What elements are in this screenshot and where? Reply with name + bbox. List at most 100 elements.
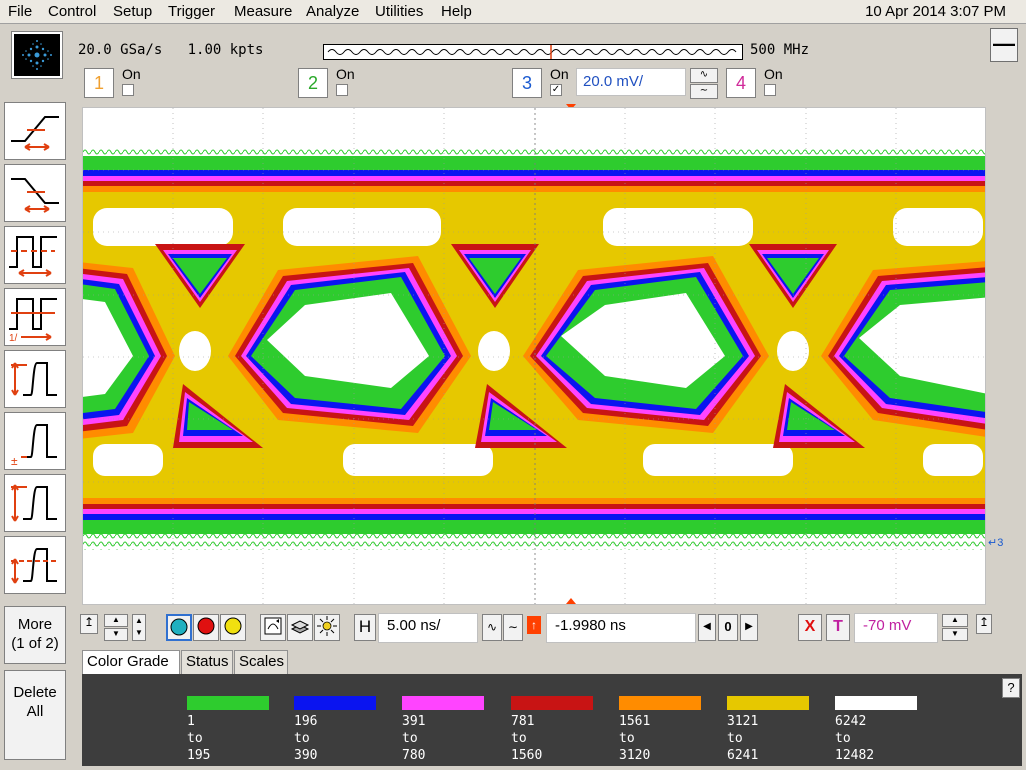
trigger-type-button[interactable]: T xyxy=(826,614,850,641)
legend-from: 781 xyxy=(511,714,535,729)
legend-from: 3121 xyxy=(727,714,759,729)
memory-timeline[interactable] xyxy=(323,44,743,60)
menu-help[interactable]: Help xyxy=(441,3,472,20)
vertical-scale-up-button[interactable]: ▲ xyxy=(104,614,128,627)
delay-right-button[interactable]: ▶ xyxy=(740,614,758,641)
channel-1-checkbox[interactable] xyxy=(122,84,134,96)
channel-3-button[interactable]: 3 xyxy=(512,68,542,98)
channel-2-button[interactable]: 2 xyxy=(298,68,328,98)
vertical-reset-button[interactable]: ↥ xyxy=(80,614,98,634)
legend-item: 1 to 195 xyxy=(187,696,269,764)
channel-3-marker-label: 3 xyxy=(997,537,1004,549)
period-icon: 1/ xyxy=(9,298,57,344)
horizontal-scale-fine-button[interactable]: ∼ xyxy=(503,614,523,641)
menu-file[interactable]: File xyxy=(8,3,32,20)
stop-button[interactable] xyxy=(193,614,219,641)
upper-dense-region xyxy=(893,208,983,246)
delete-all-button[interactable]: Delete All xyxy=(4,670,66,760)
channel-3-scale-field[interactable]: 20.0 mV/ xyxy=(576,68,686,96)
legend-swatch xyxy=(187,696,269,710)
channel-3-ground-marker[interactable]: ↵3 xyxy=(988,536,1003,549)
vertical-scale-down-button[interactable]: ▼ xyxy=(104,628,128,641)
single-button[interactable] xyxy=(220,614,246,641)
bottom-rail-blue xyxy=(83,514,985,520)
legend-to-word: to xyxy=(402,731,418,746)
stack-icon xyxy=(290,620,310,634)
channel-2-checkbox[interactable] xyxy=(336,84,348,96)
waveform-display[interactable] xyxy=(82,107,986,605)
delete-all-label-1: Delete xyxy=(13,684,57,701)
menu-trigger[interactable]: Trigger xyxy=(168,3,215,20)
top-rail-orange xyxy=(83,186,985,192)
trigger-runt-button[interactable] xyxy=(4,474,66,532)
trigger-pulse-width-button[interactable] xyxy=(4,226,66,284)
brand-logo xyxy=(11,31,63,79)
minimize-button[interactable]: — xyxy=(990,28,1018,62)
horizontal-label-button[interactable]: H xyxy=(354,614,376,641)
trigger-level-up-button[interactable]: ▲ xyxy=(942,614,968,627)
sample-rate: 20.0 GSa/s xyxy=(78,42,163,58)
brightness-button[interactable] xyxy=(314,614,340,641)
trigger-level-down-button[interactable]: ▼ xyxy=(942,628,968,641)
trigger-setup-hold-button[interactable] xyxy=(4,536,66,594)
channel-4-checkbox[interactable] xyxy=(764,84,776,96)
tab-status[interactable]: Status xyxy=(181,650,233,674)
legend-item: 6242 to 12482 xyxy=(835,696,917,764)
legend-swatch xyxy=(619,696,701,710)
legend-to: 390 xyxy=(294,748,318,763)
channel-4-button[interactable]: 4 xyxy=(726,68,756,98)
crossing-point-3 xyxy=(777,331,809,371)
legend-to: 780 xyxy=(402,748,426,763)
horizontal-scale-coarse-button[interactable]: ∿ xyxy=(482,614,502,641)
bandwidth-label: 500 MHz xyxy=(750,42,810,58)
delay-zero-button[interactable]: 0 xyxy=(718,614,738,641)
sun-icon xyxy=(317,616,337,636)
run-control-group[interactable] xyxy=(166,614,192,641)
more-button[interactable]: More (1 of 2) xyxy=(4,606,66,664)
trigger-source-button[interactable]: X xyxy=(798,614,822,641)
menu-analyze[interactable]: Analyze xyxy=(306,3,359,20)
more-button-page: (1 of 2) xyxy=(11,635,59,652)
legend-from: 6242 xyxy=(835,714,867,729)
svg-text:1/: 1/ xyxy=(9,333,18,344)
horizontal-scale-field[interactable]: 5.00 ns/ xyxy=(378,613,478,643)
help-button[interactable]: ? xyxy=(1002,678,1020,698)
channel-3-checkbox[interactable]: ✓ xyxy=(550,84,562,96)
trigger-falling-edge-button[interactable] xyxy=(4,164,66,222)
trigger-rising-edge-button[interactable] xyxy=(4,102,66,160)
trigger-glitch-button[interactable]: ± xyxy=(4,412,66,470)
top-rail-magenta xyxy=(83,176,985,181)
trigger-position-marker-bottom[interactable] xyxy=(566,598,576,604)
menu-control[interactable]: Control xyxy=(48,3,96,20)
legend-swatch xyxy=(835,696,917,710)
runt-icon xyxy=(11,484,57,522)
menu-setup[interactable]: Setup xyxy=(113,3,152,20)
vertical-offset-button[interactable]: ▲ ▼ xyxy=(132,614,146,641)
trigger-rise-time-button[interactable] xyxy=(4,350,66,408)
menu-bar: File Control Setup Trigger Measure Analy… xyxy=(0,0,1026,24)
channel-2-on-label: On xyxy=(336,66,355,82)
bottom-rail-noise xyxy=(83,528,985,550)
default-setup-button[interactable] xyxy=(287,614,313,641)
trigger-level-field[interactable]: -70 mV xyxy=(854,613,938,643)
legend-swatch xyxy=(727,696,809,710)
tab-color-grade[interactable]: Color Grade xyxy=(82,650,180,675)
dc-coupling-button[interactable]: ∼ xyxy=(690,84,718,99)
auto-scale-button[interactable] xyxy=(260,614,286,641)
bottom-rail-orange xyxy=(83,498,985,504)
legend-to-word: to xyxy=(511,731,527,746)
menu-measure[interactable]: Measure xyxy=(234,3,292,20)
bottom-rail-red xyxy=(83,504,985,509)
trigger-level-reset-button[interactable]: ↥ xyxy=(976,614,992,634)
more-button-label: More xyxy=(17,616,53,633)
legend-item: 781 to 1560 xyxy=(511,696,593,764)
channel-1-button[interactable]: 1 xyxy=(84,68,114,98)
delay-left-button[interactable]: ◀ xyxy=(698,614,716,641)
date-time: 10 Apr 2014 3:07 PM xyxy=(865,3,1006,20)
horizontal-delay-field[interactable]: -1.9980 ns xyxy=(546,613,696,643)
upper-dense-region xyxy=(93,208,233,246)
tab-scales[interactable]: Scales xyxy=(234,650,288,674)
ac-coupling-button[interactable]: ∿ xyxy=(690,68,718,83)
menu-utilities[interactable]: Utilities xyxy=(375,3,423,20)
trigger-period-button[interactable]: 1/ xyxy=(4,288,66,346)
